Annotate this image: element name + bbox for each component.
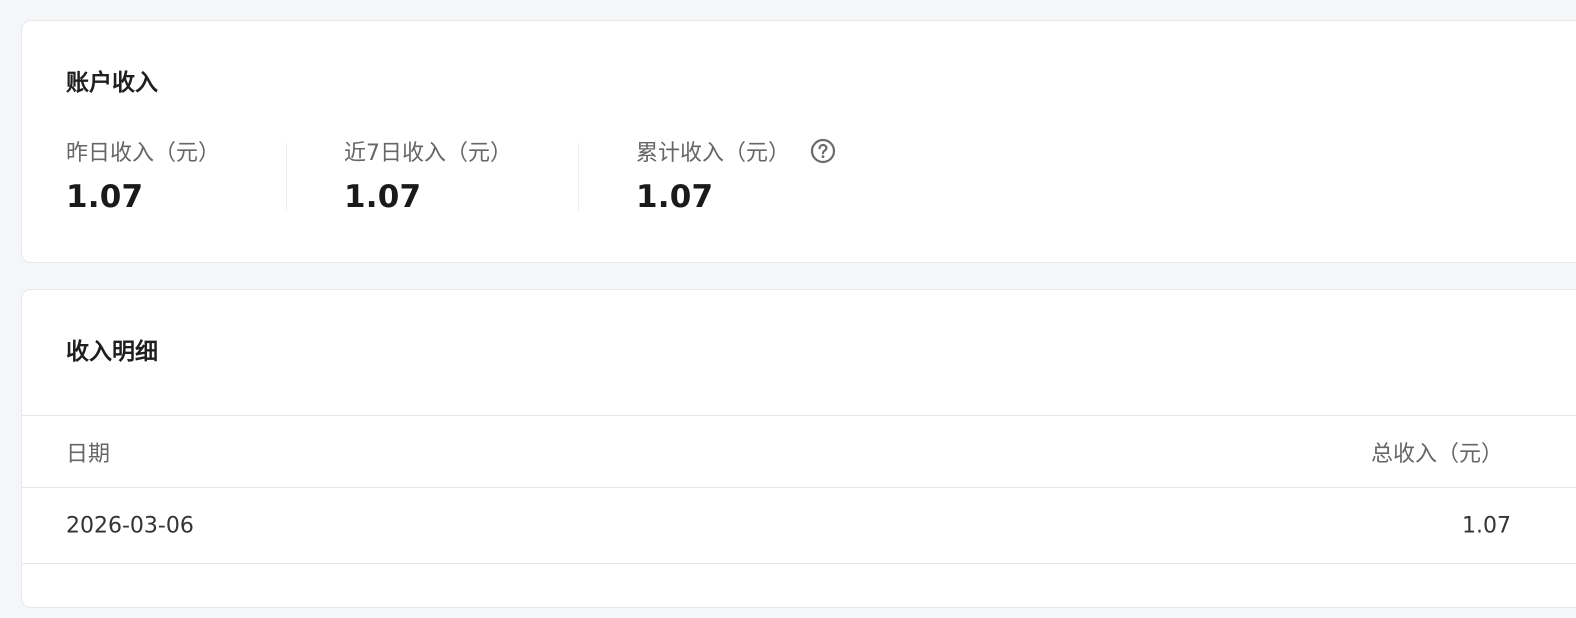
help-circle-icon[interactable] <box>810 138 836 164</box>
account-income-title: 账户收入 <box>66 70 158 96</box>
income-detail-title: 收入明细 <box>66 339 158 365</box>
stat-cumulative: 累计收入（元） 1.07 <box>636 135 836 215</box>
stat-yesterday-label: 昨日收入（元） <box>66 141 221 166</box>
stat-cumulative-label-row: 累计收入（元） <box>636 135 836 167</box>
cell-date: 2026-03-06 <box>66 513 194 538</box>
income-table: 日期 总收入（元） 2026-03-06 1.07 <box>22 415 1576 564</box>
income-detail-card: 收入明细 日期 总收入（元） 2026-03-06 1.07 <box>21 289 1576 608</box>
column-header-total: 总收入（元） <box>1371 441 1504 467</box>
stat-last-7-days-value: 1.07 <box>344 179 422 215</box>
stat-cumulative-label: 累计收入（元） <box>636 141 791 166</box>
stat-yesterday-value: 1.07 <box>66 179 144 215</box>
cell-total: 1.07 <box>1462 513 1511 538</box>
stat-cumulative-value: 1.07 <box>636 179 714 215</box>
stat-last-7-days: 近7日收入（元） 1.07 <box>344 135 512 215</box>
stat-divider <box>286 143 287 211</box>
stat-last-7-days-label: 近7日收入（元） <box>344 141 512 166</box>
stat-yesterday: 昨日收入（元） 1.07 <box>66 135 220 215</box>
stat-divider <box>578 143 579 211</box>
account-income-card: 账户收入 昨日收入（元） 1.07 近7日收入（元） 1.07 累计收入（元） … <box>21 20 1576 263</box>
table-row: 2026-03-06 1.07 <box>22 487 1576 564</box>
table-header-row: 日期 总收入（元） <box>22 415 1576 487</box>
column-header-date: 日期 <box>66 441 111 467</box>
